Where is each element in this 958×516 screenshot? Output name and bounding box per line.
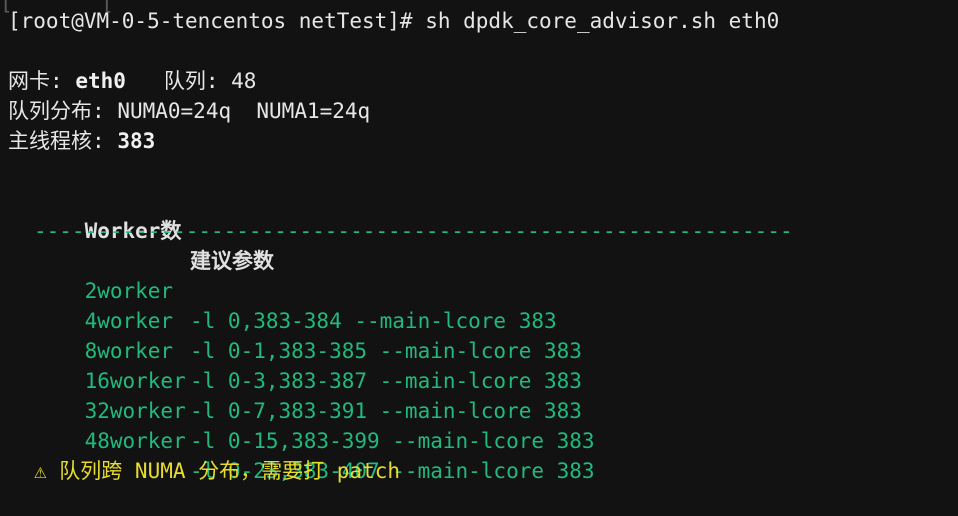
nic-value: eth0: [75, 69, 126, 93]
command-prompt-line: [root@VM-0-5-tencentos netTest]# sh dpdk…: [8, 9, 780, 33]
numa-warning-message: ⚠ 队列跨 NUMA 分布，需要打 patch: [34, 459, 401, 483]
table-separator: ----------------------------------------…: [34, 219, 793, 243]
table-row: 32worker -l 0-15,383-399 --main-lcore 38…: [34, 366, 734, 453]
table-row: 2worker -l 0,383-384 --main-lcore 383: [34, 246, 734, 333]
table-row: 16worker -l 0-7,383-391 --main-lcore 383: [34, 336, 734, 423]
nic-info-line: 网卡: eth0 队列: 48: [8, 66, 256, 96]
main-core-value: 383: [117, 129, 156, 153]
main-core-label: 主线程核:: [8, 129, 105, 153]
table-row: 48worker -l 0-23,383-407 --main-lcore 38…: [34, 396, 734, 483]
table-row: 4worker -l 0-1,383-385 --main-lcore 383: [34, 276, 734, 363]
distribution-value: NUMA0=24q NUMA1=24q: [117, 99, 371, 123]
distribution-label: 队列分布:: [8, 99, 105, 123]
queue-distribution-line: 队列分布: NUMA0=24q NUMA1=24q: [8, 96, 370, 126]
table-header: Worker数 建议参数: [34, 186, 734, 273]
worker-cell: 48worker: [84, 429, 186, 453]
queue-value: 48: [231, 69, 257, 93]
terminal-window[interactable]: [ [ [root@VM-0-5-tencentos netTest]# sh …: [0, 0, 958, 510]
queue-label: 队列:: [163, 69, 219, 93]
params-cell: -l 0-15,383-399 --main-lcore 383: [190, 429, 595, 453]
main-core-line: 主线程核: 383: [8, 126, 155, 156]
table-row: 8worker -l 0-3,383-387 --main-lcore 383: [34, 306, 734, 393]
nic-label: 网卡:: [8, 69, 63, 93]
